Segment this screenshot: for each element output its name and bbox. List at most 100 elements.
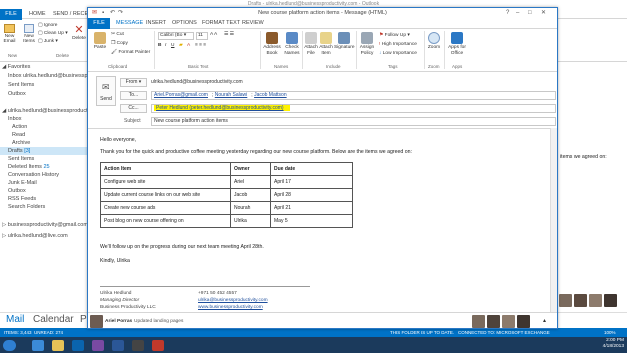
apps-for-office-button[interactable]: Apps for Office bbox=[446, 32, 468, 56]
folder-drafts[interactable]: Drafts [3] bbox=[0, 147, 94, 155]
explorer-taskbar-icon[interactable] bbox=[52, 340, 64, 351]
font-color-button[interactable]: A bbox=[187, 43, 190, 48]
contact-photo[interactable] bbox=[502, 315, 515, 328]
outlook-home-tab[interactable]: HOME bbox=[29, 9, 46, 20]
signature-web-link[interactable]: www.businessproductivity.com bbox=[198, 305, 263, 310]
redo-icon[interactable]: ↷ bbox=[118, 8, 123, 18]
nav-mail[interactable]: Mail bbox=[6, 314, 24, 325]
font-name-select[interactable]: Calibri (Bo ▾ bbox=[158, 32, 194, 40]
underline-button[interactable]: U bbox=[171, 43, 174, 48]
account-live[interactable]: ▷ ulrika.hedlund@live.com bbox=[2, 232, 96, 240]
outlook-file-tab[interactable]: FILE bbox=[0, 9, 22, 20]
contact-photo-1[interactable] bbox=[559, 294, 572, 307]
contact-photo[interactable] bbox=[472, 315, 485, 328]
contact-photo-3[interactable] bbox=[589, 294, 602, 307]
word-taskbar-icon[interactable] bbox=[112, 340, 124, 351]
account-header[interactable]: ◢ ulrika.hedlund@businessproductivity.co… bbox=[2, 107, 109, 115]
avatar[interactable] bbox=[90, 315, 103, 328]
format-painter-button[interactable]: 🖌 Format Painter bbox=[111, 50, 150, 55]
group-new-label: New bbox=[8, 53, 18, 58]
to-field[interactable]: Ariel.Porras@gmail.com; Nourah Salawi; J… bbox=[151, 91, 556, 100]
align-buttons[interactable]: ≡ ≡ ≡ bbox=[195, 43, 206, 48]
table-cell: Update current course links on our web s… bbox=[100, 188, 231, 202]
clock-date: 4/18/2013 bbox=[602, 344, 624, 349]
send-button[interactable]: ✉ Send bbox=[96, 76, 116, 106]
tab-options[interactable]: OPTIONS bbox=[172, 18, 197, 29]
tab-file[interactable]: FILE bbox=[88, 18, 110, 29]
status-items: ITEMS: 3,443 bbox=[4, 330, 32, 335]
cc-button[interactable]: Cc... bbox=[120, 104, 147, 113]
low-importance-button[interactable]: ↓ Low Importance bbox=[379, 51, 417, 56]
expand-people-pane-icon[interactable]: ▴ bbox=[543, 317, 546, 324]
contact-photo[interactable] bbox=[487, 315, 500, 328]
italic-button[interactable]: I bbox=[165, 43, 166, 48]
font-size-select[interactable]: 11 bbox=[196, 32, 208, 40]
taskbar-clock[interactable]: 2:00 PM 4/18/2013 bbox=[596, 338, 624, 350]
undo-icon[interactable]: ↶ bbox=[110, 8, 115, 18]
high-importance-button[interactable]: ! High Importance bbox=[379, 42, 417, 47]
tab-format-text[interactable]: FORMAT TEXT bbox=[202, 18, 240, 29]
address-book-button[interactable]: Address Book bbox=[263, 32, 281, 56]
clean-up-button[interactable]: ▢ Clean Up ▾ bbox=[38, 31, 68, 36]
to-recipient[interactable]: Nourah Salawi bbox=[215, 92, 248, 98]
paste-button[interactable]: Paste bbox=[93, 32, 107, 51]
bold-button[interactable]: B bbox=[158, 43, 161, 48]
check-names-button[interactable]: Check Names bbox=[283, 32, 301, 56]
start-button-icon[interactable] bbox=[3, 340, 16, 351]
new-email-button[interactable]: New Email bbox=[3, 24, 16, 44]
from-label: From bbox=[125, 79, 138, 85]
maximize-icon[interactable]: □ bbox=[528, 8, 532, 18]
nav-calendar[interactable]: Calendar bbox=[33, 314, 74, 325]
table-row: Post blog on new course offering on Ulri… bbox=[100, 214, 353, 228]
onenote-taskbar-icon[interactable] bbox=[92, 340, 104, 351]
contact-photo-2[interactable] bbox=[574, 294, 587, 307]
cc-recipient[interactable]: Peter Hedlund (peter.hedlund@businesspro… bbox=[156, 105, 284, 111]
close-icon[interactable]: ✕ bbox=[541, 8, 546, 18]
app-taskbar-icon[interactable] bbox=[132, 340, 144, 351]
subject-field[interactable]: New course platform action items bbox=[151, 117, 556, 126]
signature-label: Signature bbox=[334, 45, 355, 50]
account-gmail[interactable]: ▷ businessproductivity@gmail.com bbox=[2, 221, 96, 229]
zoom-button[interactable]: Zoom bbox=[427, 32, 441, 51]
new-items-button[interactable]: New Items bbox=[21, 24, 37, 44]
signature-button[interactable]: Signature bbox=[334, 32, 355, 51]
cc-field[interactable]: Peter Hedlund (peter.hedlund@businesspro… bbox=[151, 104, 556, 113]
subject-label: Subject bbox=[124, 118, 141, 124]
delete-button[interactable]: ✕ Delete bbox=[72, 25, 86, 42]
help-icon[interactable]: ? bbox=[506, 8, 509, 18]
tab-insert[interactable]: INSERT bbox=[146, 18, 166, 29]
body-scrollbar[interactable] bbox=[550, 128, 557, 312]
from-button[interactable]: From ▾ bbox=[120, 78, 147, 87]
outlook-taskbar-icon[interactable] bbox=[72, 340, 84, 351]
tab-message[interactable]: MESSAGE bbox=[116, 18, 143, 29]
minimize-icon[interactable]: – bbox=[516, 8, 519, 18]
highlight-button[interactable]: ▰ bbox=[179, 43, 183, 48]
junk-button[interactable]: ▢ Junk ▾ bbox=[38, 39, 58, 44]
attach-file-button[interactable]: Attach File bbox=[304, 32, 318, 56]
account-gmail-label: businessproductivity@gmail.com bbox=[7, 222, 88, 228]
app2-taskbar-icon[interactable] bbox=[152, 340, 164, 351]
send-label: Send bbox=[100, 96, 112, 102]
contact-photo-4[interactable] bbox=[604, 294, 617, 307]
save-icon[interactable]: ▪ bbox=[102, 8, 104, 18]
attach-item-button[interactable]: Attach Item bbox=[319, 32, 333, 56]
ie-taskbar-icon[interactable] bbox=[32, 340, 44, 351]
action-items-table[interactable]: Action Item Owner Due date Configure web… bbox=[100, 162, 353, 228]
assign-policy-button[interactable]: Assign Policy bbox=[358, 32, 376, 56]
message-body[interactable]: Hello everyone, Thank you for the quick … bbox=[88, 128, 557, 312]
favorites-header[interactable]: ◢ Favorites bbox=[2, 63, 96, 71]
people-pane-name[interactable]: Ariel Porras bbox=[105, 319, 132, 324]
contact-photo[interactable] bbox=[517, 315, 530, 328]
to-recipient[interactable]: Jacob Mattson bbox=[254, 92, 287, 98]
to-button[interactable]: To... bbox=[120, 91, 147, 100]
table-cell: Configure web site bbox=[100, 175, 231, 189]
tab-review[interactable]: REVIEW bbox=[242, 18, 264, 29]
copy-button[interactable]: ❐ Copy bbox=[111, 41, 128, 46]
ignore-button[interactable]: ▢ Ignore bbox=[38, 23, 57, 28]
bullets-button[interactable]: ☰ ☰ bbox=[224, 32, 234, 37]
to-recipient[interactable]: Ariel.Porras@gmail.com bbox=[154, 92, 208, 98]
follow-up-button[interactable]: ⚑ Follow Up ▾ bbox=[379, 33, 410, 38]
font-grow-shrink[interactable]: A A bbox=[210, 32, 217, 37]
cut-button[interactable]: ✂ Cut bbox=[111, 32, 124, 37]
signature-email-link[interactable]: ulrika@businessproductivity.com bbox=[198, 298, 268, 303]
